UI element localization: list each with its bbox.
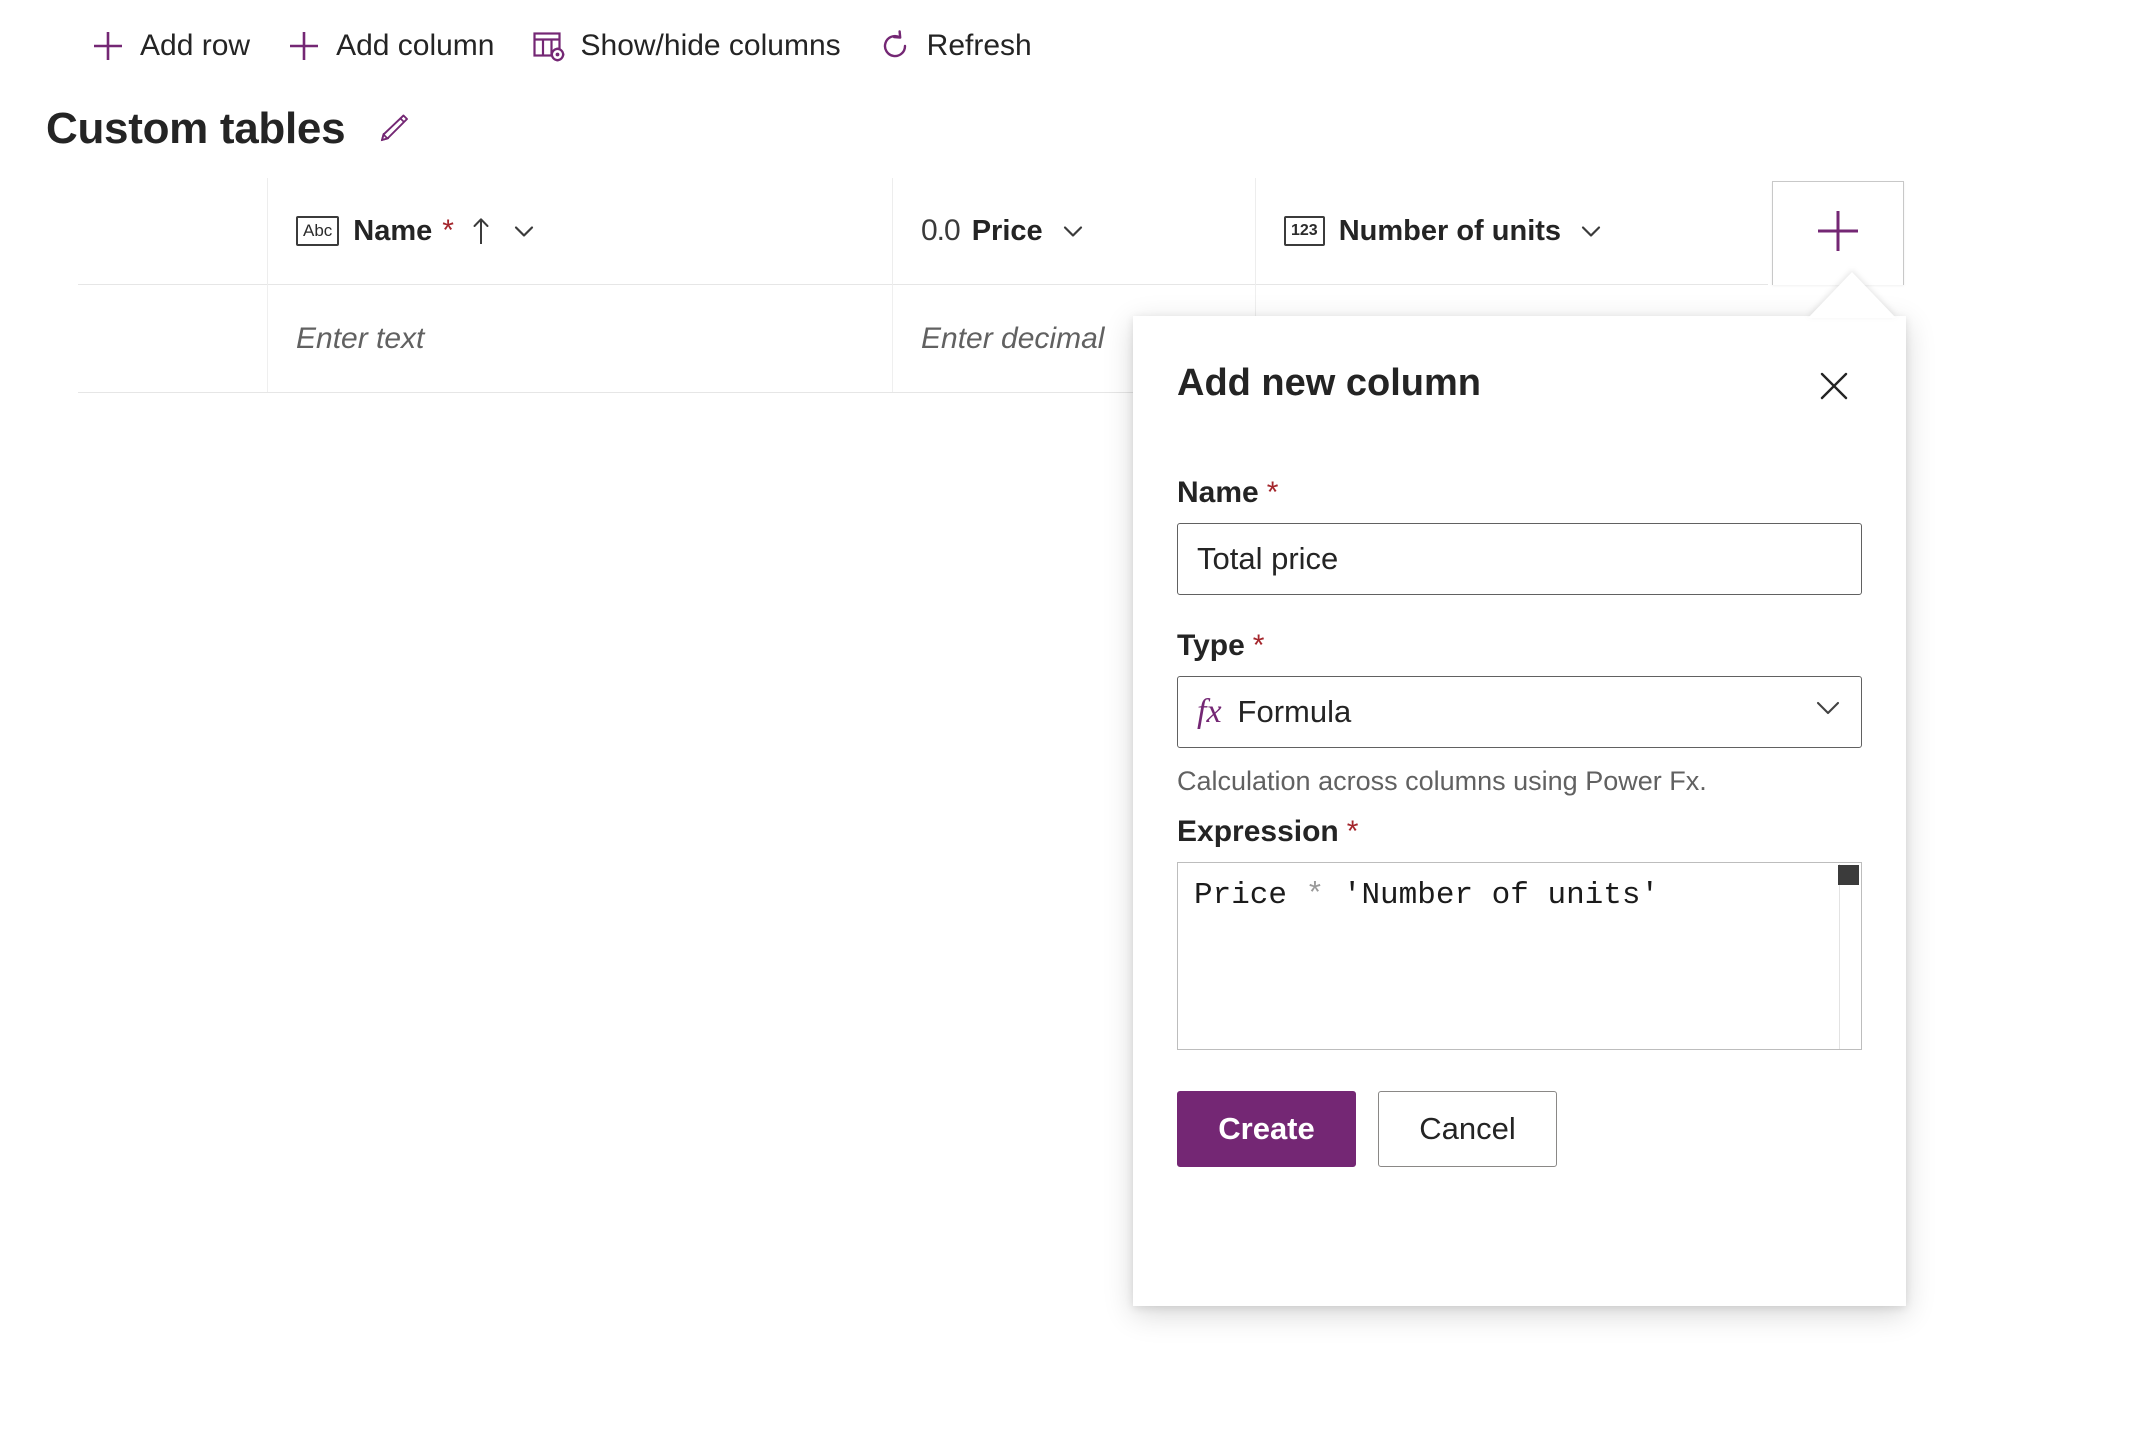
dialog-expression-label: Expression * — [1177, 815, 1359, 848]
dialog-expression-field: Expression * Price * 'Number of units' — [1177, 815, 1862, 1050]
column-header-price[interactable]: 0.0 Price — [893, 177, 1256, 285]
expression-scrollbar[interactable] — [1838, 864, 1860, 1049]
expression-text: Price * 'Number of units' — [1178, 863, 1861, 930]
required-asterisk: * — [1252, 629, 1265, 662]
dialog-name-label: Name * — [1177, 476, 1279, 509]
page-title-row: Custom tables — [46, 104, 413, 154]
show-hide-columns-label: Show/hide columns — [580, 29, 841, 62]
add-row-button[interactable]: Add row — [72, 16, 268, 76]
app-root: Add row Add column Show/hide columns Ref… — [0, 0, 2147, 1445]
refresh-icon — [877, 28, 913, 64]
column-header-units-label: Number of units — [1338, 214, 1562, 247]
dialog-header: Add new column — [1177, 316, 1862, 414]
row-select-cell[interactable] — [78, 285, 268, 392]
name-input[interactable]: Total price — [1177, 523, 1862, 595]
expression-left: Price — [1194, 878, 1306, 913]
add-column-button[interactable]: Add column — [268, 16, 512, 76]
row-select-header — [78, 177, 268, 285]
expression-textarea[interactable]: Price * 'Number of units' — [1177, 862, 1862, 1050]
command-bar: Add row Add column Show/hide columns Ref… — [0, 0, 2147, 92]
create-button[interactable]: Create — [1177, 1091, 1356, 1167]
expression-right: 'Number of units' — [1324, 878, 1660, 913]
column-header-price-label: Price — [971, 214, 1043, 247]
required-asterisk: * — [442, 214, 454, 247]
add-new-column-dialog: Add new column Name* Total price Type* — [1133, 316, 1906, 1306]
decimal-icon: 0.0 — [921, 214, 961, 247]
expression-scrollbar-thumb[interactable] — [1838, 865, 1859, 885]
add-row-label: Add row — [140, 29, 251, 62]
dialog-type-field: Type * fx Formula Calculation across colu… — [1177, 629, 1862, 797]
grid-header-row: Abc Name * 0.0 Price 123 Number of units — [78, 177, 1768, 285]
dialog-name-field: Name * Total price — [1177, 476, 1862, 595]
page-title: Custom tables — [46, 104, 346, 153]
chevron-down-icon[interactable] — [1577, 217, 1605, 245]
required-asterisk: * — [1266, 476, 1279, 509]
plus-icon — [1812, 205, 1864, 262]
refresh-button[interactable]: Refresh — [859, 16, 1050, 76]
dialog-actions: Create Cancel — [1177, 1091, 1862, 1167]
show-hide-columns-button[interactable]: Show/hide columns — [513, 16, 859, 76]
add-column-grid-button[interactable] — [1772, 181, 1904, 285]
required-asterisk: * — [1346, 815, 1359, 848]
expression-operator: * — [1305, 878, 1325, 913]
close-icon[interactable] — [1806, 358, 1862, 414]
type-helper-text: Calculation across columns using Power F… — [1177, 766, 1707, 796]
column-header-name-label: Name — [353, 214, 433, 247]
dialog-type-label: Type * — [1177, 629, 1265, 662]
fx-icon: fx — [1197, 693, 1222, 730]
name-input-value: Total price — [1197, 541, 1339, 576]
abc-icon: Abc — [296, 216, 340, 246]
chevron-down-icon[interactable] — [1059, 217, 1087, 245]
callout-beak — [1808, 272, 1896, 318]
type-dropdown-value: Formula — [1237, 694, 1352, 729]
cell-name[interactable]: Enter text — [268, 285, 893, 392]
chevron-down-icon[interactable] — [510, 217, 538, 245]
pencil-icon[interactable] — [373, 109, 413, 149]
arrow-up-icon[interactable] — [468, 213, 494, 249]
chevron-down-icon[interactable] — [1811, 691, 1845, 733]
add-column-label: Add column — [336, 29, 495, 62]
dialog-title: Add new column — [1177, 362, 1481, 404]
refresh-label: Refresh — [926, 29, 1032, 62]
table-settings-icon — [531, 28, 567, 64]
type-dropdown[interactable]: fx Formula — [1177, 676, 1862, 748]
column-header-name[interactable]: Abc Name * — [268, 177, 893, 285]
cancel-button[interactable]: Cancel — [1378, 1091, 1557, 1167]
number-icon: 123 — [1284, 216, 1325, 246]
plus-icon — [286, 28, 322, 64]
column-header-units[interactable]: 123 Number of units — [1256, 178, 1768, 285]
plus-icon — [90, 28, 126, 64]
